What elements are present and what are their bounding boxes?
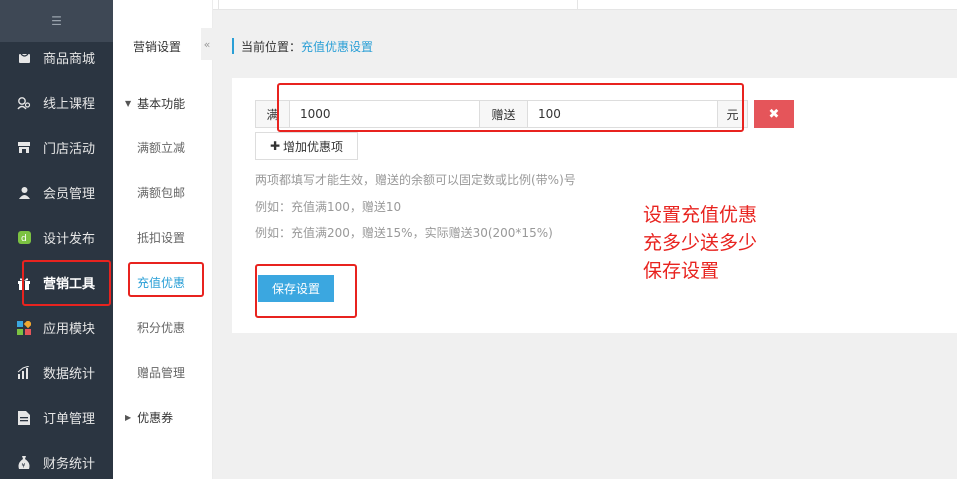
subnav-item-full-discount[interactable]: 满额立减 (113, 125, 213, 170)
subnav-item-label: 满额立减 (137, 141, 186, 155)
store-icon (17, 141, 31, 155)
subnav-item-gifts[interactable]: 赠品管理 (113, 350, 213, 395)
add-offer-label: 增加优惠项 (283, 139, 344, 154)
sidebar-item-store[interactable]: 门店活动 (0, 125, 113, 170)
sidebar-item-label: 订单管理 (43, 412, 96, 427)
subnav-item-label: 满额包邮 (137, 186, 186, 200)
subnav-item-label: 抵扣设置 (137, 231, 186, 245)
subnav-item-deduction[interactable]: 抵扣设置 (113, 215, 213, 260)
svg-text:¥: ¥ (22, 462, 26, 469)
subnav-item-label: 赠品管理 (137, 366, 186, 380)
highlight-box-rule-row (277, 83, 744, 132)
top-bar (113, 0, 957, 10)
svg-text:d: d (21, 234, 27, 244)
caret-right-icon: ▶ (125, 412, 132, 422)
member-icon (17, 186, 31, 200)
sidebar-item-design[interactable]: d 设计发布 (0, 215, 113, 260)
annotation-line: 保存设置 (643, 260, 720, 282)
annotation-line: 充多少送多少 (643, 232, 758, 254)
annotation-text: 设置充值优惠 充多少送多少 保存设置 (643, 201, 757, 285)
sidebar-item-statistics[interactable]: 数据统计 (0, 350, 113, 395)
collapse-subnav-button[interactable]: « (201, 28, 213, 60)
main-sidebar: ☰ 商品商城 线上课程 门店活动 会员管理 d 设计发布 营销工具 应用模块 数… (0, 0, 113, 479)
money-bag-icon: ¥ (17, 455, 31, 470)
subnav-group-label: 优惠券 (137, 410, 174, 425)
subnav-group-coupon[interactable]: ▶ 优惠券 (113, 402, 213, 432)
bar-chart-icon (17, 366, 31, 380)
sidebar-item-label: 数据统计 (43, 367, 96, 382)
hint-text: 例如：充值满200，赠送15%，实际赠送30(200*15%) (255, 226, 553, 240)
double-chevron-left-icon[interactable]: « (204, 38, 211, 51)
subnav-item-label: 积分优惠 (137, 321, 186, 335)
plus-icon: ✚ (269, 139, 281, 153)
highlight-box-save (255, 264, 357, 318)
highlight-box-marketing (22, 260, 111, 306)
sidebar-item-label: 商品商城 (43, 52, 96, 67)
sidebar-item-label: 门店活动 (43, 142, 96, 157)
hint-text: 两项都填写才能生效，赠送的余额可以固定数或比例(带%)号 (255, 173, 576, 187)
design-icon: d (17, 231, 31, 245)
order-icon (17, 410, 31, 425)
sidebar-item-apps[interactable]: 应用模块 (0, 305, 113, 350)
sidebar-item-label: 财务统计 (43, 457, 96, 472)
sidebar-item-label: 会员管理 (43, 187, 96, 202)
top-bar-segment (219, 0, 578, 10)
breadcrumb-current[interactable]: 充值优惠设置 (301, 38, 373, 55)
shop-icon (17, 51, 31, 65)
sidebar-item-label: 应用模块 (43, 322, 96, 337)
sidebar-item-orders[interactable]: 订单管理 (0, 395, 113, 440)
sidebar-item-finance[interactable]: ¥ 财务统计 (0, 440, 113, 479)
sidebar-item-label: 设计发布 (43, 232, 96, 247)
annotation-line: 设置充值优惠 (643, 204, 758, 226)
subnav-item-points[interactable]: 积分优惠 (113, 305, 213, 350)
caret-down-icon: ▼ (125, 98, 132, 108)
breadcrumb: 当前位置： 充值优惠设置 (232, 38, 373, 54)
add-offer-button[interactable]: ✚ 增加优惠项 (255, 132, 358, 160)
subnav-group-label: 基本功能 (137, 96, 186, 111)
close-icon[interactable]: ✖ (769, 107, 780, 122)
sidebar-item-shop[interactable]: 商品商城 (0, 35, 113, 80)
apps-icon (17, 320, 31, 335)
subnav-group-basic[interactable]: ▼ 基本功能 (113, 88, 213, 118)
breadcrumb-prefix: 当前位置： (241, 39, 302, 54)
highlight-box-recharge (128, 262, 204, 297)
menu-toggle-icon[interactable]: ☰ (51, 14, 62, 28)
sidebar-item-courses[interactable]: 线上课程 (0, 80, 113, 125)
subnav-title: 营销设置 (132, 39, 181, 54)
user-search-icon (17, 96, 31, 110)
subnav-item-free-shipping[interactable]: 满额包邮 (113, 170, 213, 215)
hint-text: 例如：充值满100，赠送10 (255, 200, 402, 214)
sidebar-item-label: 线上课程 (43, 97, 96, 112)
sidebar-item-members[interactable]: 会员管理 (0, 170, 113, 215)
marketing-subnav: 营销设置 « ▼ 基本功能 满额立减 满额包邮 抵扣设置 充值优惠 积分优惠 赠… (113, 0, 213, 479)
delete-rule-button[interactable]: ✖ (754, 100, 794, 128)
